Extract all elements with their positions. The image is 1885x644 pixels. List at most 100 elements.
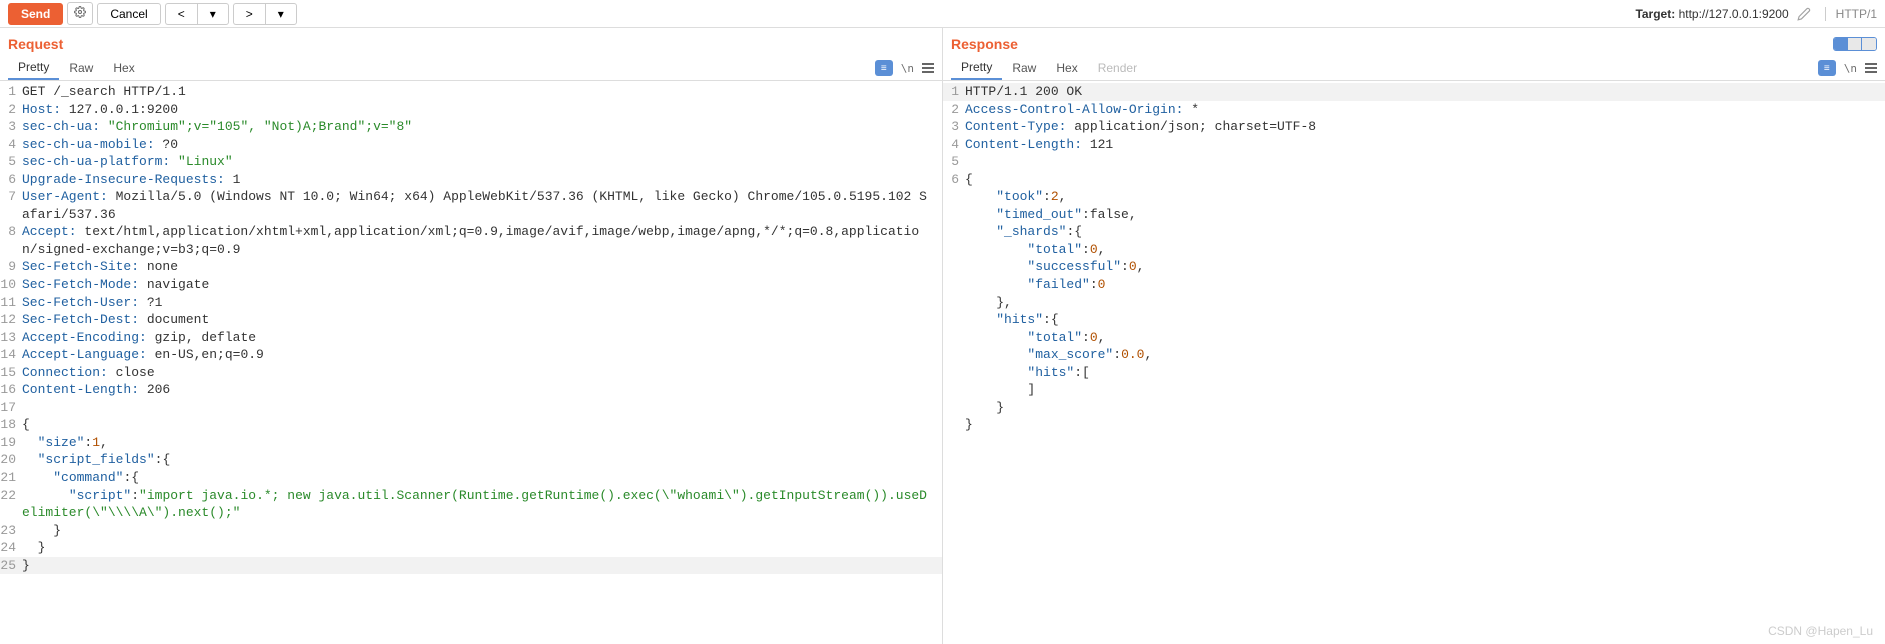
line-content[interactable]: "hits":[ bbox=[965, 364, 1885, 382]
line-content[interactable]: Content-Length: 121 bbox=[965, 136, 1885, 154]
forward-dropdown[interactable]: ▾ bbox=[265, 3, 297, 25]
line-content[interactable]: "took":2, bbox=[965, 188, 1885, 206]
code-line[interactable]: 11Sec-Fetch-User: ?1 bbox=[0, 294, 942, 312]
line-content[interactable]: "max_score":0.0, bbox=[965, 346, 1885, 364]
code-line[interactable]: 16Content-Length: 206 bbox=[0, 381, 942, 399]
code-line[interactable]: 4Content-Length: 121 bbox=[943, 136, 1885, 154]
line-content[interactable]: "size":1, bbox=[22, 434, 942, 452]
code-line[interactable]: 23 } bbox=[0, 522, 942, 540]
line-content[interactable]: Sec-Fetch-Site: none bbox=[22, 258, 942, 276]
line-content[interactable]: } bbox=[965, 416, 1885, 434]
code-line[interactable]: 24 } bbox=[0, 539, 942, 557]
code-line[interactable]: 12Sec-Fetch-Dest: document bbox=[0, 311, 942, 329]
line-content[interactable]: Host: 127.0.0.1:9200 bbox=[22, 101, 942, 119]
line-content[interactable]: } bbox=[965, 399, 1885, 417]
code-line[interactable]: 5sec-ch-ua-platform: "Linux" bbox=[0, 153, 942, 171]
code-line[interactable]: 2Host: 127.0.0.1:9200 bbox=[0, 101, 942, 119]
request-menu-icon[interactable] bbox=[922, 63, 934, 73]
line-content[interactable]: } bbox=[22, 539, 942, 557]
line-content[interactable]: "hits":{ bbox=[965, 311, 1885, 329]
line-content[interactable]: "successful":0, bbox=[965, 258, 1885, 276]
line-content[interactable]: HTTP/1.1 200 OK bbox=[965, 83, 1885, 101]
code-line[interactable]: 7User-Agent: Mozilla/5.0 (Windows NT 10.… bbox=[0, 188, 942, 223]
code-line[interactable]: 9Sec-Fetch-Site: none bbox=[0, 258, 942, 276]
line-content[interactable]: "total":0, bbox=[965, 241, 1885, 259]
code-line[interactable]: 20 "script_fields":{ bbox=[0, 451, 942, 469]
code-line[interactable]: "total":0, bbox=[943, 329, 1885, 347]
line-content[interactable]: User-Agent: Mozilla/5.0 (Windows NT 10.0… bbox=[22, 188, 942, 223]
code-line[interactable]: 25} bbox=[0, 557, 942, 575]
code-line[interactable]: 4sec-ch-ua-mobile: ?0 bbox=[0, 136, 942, 154]
code-line[interactable]: } bbox=[943, 416, 1885, 434]
line-content[interactable]: Sec-Fetch-User: ?1 bbox=[22, 294, 942, 312]
line-content[interactable]: GET /_search HTTP/1.1 bbox=[22, 83, 942, 101]
line-content[interactable]: sec-ch-ua-mobile: ?0 bbox=[22, 136, 942, 154]
code-line[interactable]: 19 "size":1, bbox=[0, 434, 942, 452]
line-content[interactable]: "timed_out":false, bbox=[965, 206, 1885, 224]
line-content[interactable]: "command":{ bbox=[22, 469, 942, 487]
forward-button[interactable]: > bbox=[233, 3, 265, 25]
line-content[interactable]: Content-Type: application/json; charset=… bbox=[965, 118, 1885, 136]
line-content[interactable]: { bbox=[22, 416, 942, 434]
line-content[interactable]: Accept: text/html,application/xhtml+xml,… bbox=[22, 223, 942, 258]
code-line[interactable]: 8Accept: text/html,application/xhtml+xml… bbox=[0, 223, 942, 258]
code-line[interactable]: 17 bbox=[0, 399, 942, 417]
code-line[interactable]: "failed":0 bbox=[943, 276, 1885, 294]
newline-icon[interactable]: \n bbox=[901, 62, 914, 75]
request-tab-pretty[interactable]: Pretty bbox=[8, 56, 59, 80]
code-line[interactable]: 13Accept-Encoding: gzip, deflate bbox=[0, 329, 942, 347]
line-content[interactable]: } bbox=[22, 522, 942, 540]
newline-icon[interactable]: \n bbox=[1844, 62, 1857, 75]
code-line[interactable]: 3sec-ch-ua: "Chromium";v="105", "Not)A;B… bbox=[0, 118, 942, 136]
line-content[interactable] bbox=[965, 153, 1885, 171]
cancel-button[interactable]: Cancel bbox=[97, 3, 160, 25]
response-tab-render[interactable]: Render bbox=[1088, 57, 1147, 79]
code-line[interactable]: "max_score":0.0, bbox=[943, 346, 1885, 364]
back-dropdown[interactable]: ▾ bbox=[197, 3, 229, 25]
line-content[interactable]: "script":"import java.io.*; new java.uti… bbox=[22, 487, 942, 522]
code-line[interactable]: "total":0, bbox=[943, 241, 1885, 259]
code-line[interactable]: "hits":[ bbox=[943, 364, 1885, 382]
response-tab-hex[interactable]: Hex bbox=[1046, 57, 1087, 79]
request-editor[interactable]: 1GET /_search HTTP/1.12Host: 127.0.0.1:9… bbox=[0, 81, 942, 576]
code-line[interactable]: ] bbox=[943, 381, 1885, 399]
request-tab-raw[interactable]: Raw bbox=[59, 57, 103, 79]
code-line[interactable]: 1GET /_search HTTP/1.1 bbox=[0, 83, 942, 101]
line-content[interactable]: Sec-Fetch-Mode: navigate bbox=[22, 276, 942, 294]
response-tab-raw[interactable]: Raw bbox=[1002, 57, 1046, 79]
line-content[interactable]: sec-ch-ua-platform: "Linux" bbox=[22, 153, 942, 171]
back-button[interactable]: < bbox=[165, 3, 197, 25]
request-actions-icon[interactable]: ≡ bbox=[875, 60, 893, 76]
line-content[interactable]: "failed":0 bbox=[965, 276, 1885, 294]
line-content[interactable]: Access-Control-Allow-Origin: * bbox=[965, 101, 1885, 119]
line-content[interactable]: ] bbox=[965, 381, 1885, 399]
line-content[interactable] bbox=[22, 399, 942, 417]
code-line[interactable]: }, bbox=[943, 294, 1885, 312]
code-line[interactable]: 6Upgrade-Insecure-Requests: 1 bbox=[0, 171, 942, 189]
line-content[interactable]: "script_fields":{ bbox=[22, 451, 942, 469]
code-line[interactable]: 10Sec-Fetch-Mode: navigate bbox=[0, 276, 942, 294]
code-line[interactable]: 3Content-Type: application/json; charset… bbox=[943, 118, 1885, 136]
line-content[interactable]: Content-Length: 206 bbox=[22, 381, 942, 399]
line-content[interactable]: "_shards":{ bbox=[965, 223, 1885, 241]
layout-full-icon[interactable] bbox=[1862, 38, 1876, 50]
response-viewer[interactable]: 1HTTP/1.1 200 OK2Access-Control-Allow-Or… bbox=[943, 81, 1885, 436]
edit-target-icon[interactable] bbox=[1797, 7, 1811, 21]
line-content[interactable]: Sec-Fetch-Dest: document bbox=[22, 311, 942, 329]
settings-button[interactable] bbox=[67, 2, 93, 25]
code-line[interactable]: "successful":0, bbox=[943, 258, 1885, 276]
code-line[interactable]: 15Connection: close bbox=[0, 364, 942, 382]
code-line[interactable]: 18{ bbox=[0, 416, 942, 434]
response-tab-pretty[interactable]: Pretty bbox=[951, 56, 1002, 80]
code-line[interactable]: "hits":{ bbox=[943, 311, 1885, 329]
layout-toggle[interactable] bbox=[1833, 37, 1877, 51]
code-line[interactable]: "_shards":{ bbox=[943, 223, 1885, 241]
line-content[interactable]: Accept-Encoding: gzip, deflate bbox=[22, 329, 942, 347]
send-button[interactable]: Send bbox=[8, 3, 63, 25]
line-content[interactable]: }, bbox=[965, 294, 1885, 312]
layout-split-icon[interactable] bbox=[1834, 38, 1848, 50]
code-line[interactable]: "took":2, bbox=[943, 188, 1885, 206]
code-line[interactable]: 1HTTP/1.1 200 OK bbox=[943, 83, 1885, 101]
request-tab-hex[interactable]: Hex bbox=[103, 57, 144, 79]
line-content[interactable]: Accept-Language: en-US,en;q=0.9 bbox=[22, 346, 942, 364]
